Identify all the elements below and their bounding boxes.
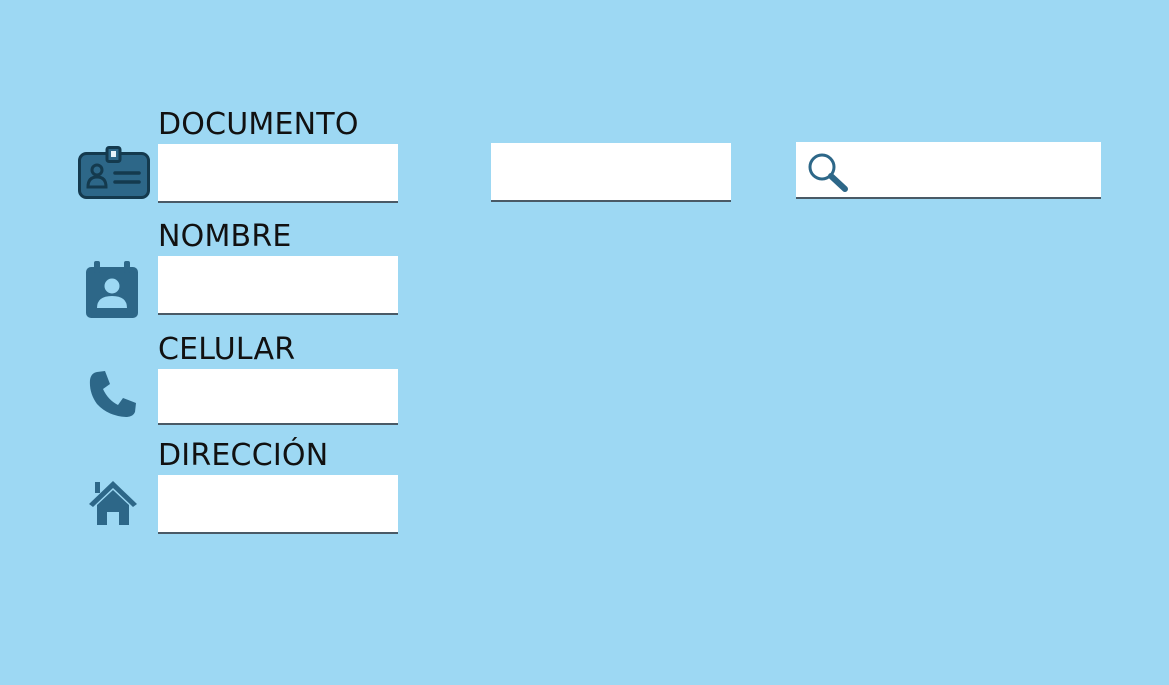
documento-secondary-input[interactable]	[491, 143, 731, 202]
direccion-input[interactable]	[158, 475, 398, 534]
search-icon[interactable]	[806, 151, 850, 193]
direccion-label: DIRECCIÓN	[158, 438, 329, 473]
documento-input[interactable]	[158, 144, 398, 203]
contact-card-icon	[86, 261, 138, 318]
home-icon	[89, 481, 137, 525]
id-badge-icon	[78, 146, 150, 199]
nombre-input[interactable]	[158, 256, 398, 315]
documento-label: DOCUMENTO	[158, 107, 359, 142]
celular-input[interactable]	[158, 369, 398, 425]
celular-label: CELULAR	[158, 332, 296, 367]
nombre-label: NOMBRE	[158, 219, 292, 254]
phone-icon	[89, 371, 136, 417]
search-box[interactable]	[796, 142, 1101, 199]
